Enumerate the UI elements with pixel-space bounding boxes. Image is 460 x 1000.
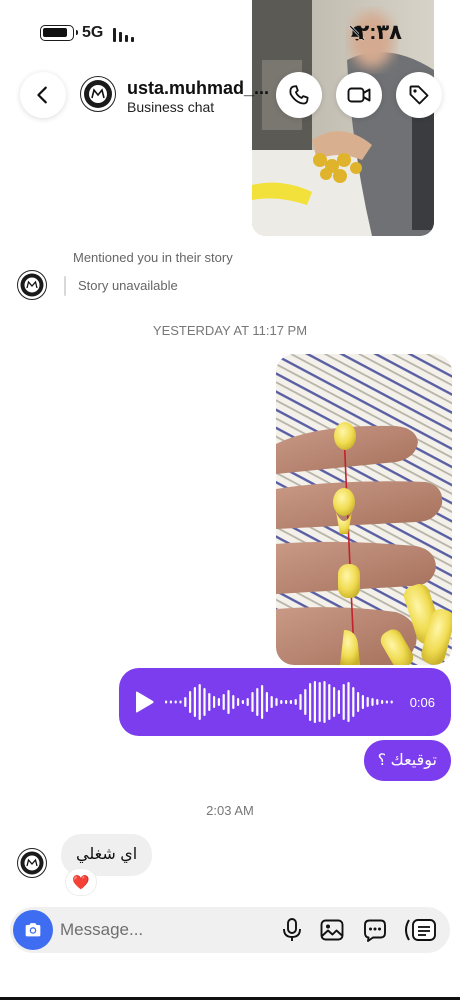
waveform-bar xyxy=(203,688,206,716)
waveform-bar xyxy=(179,700,182,704)
phone-icon xyxy=(289,85,309,105)
call-button[interactable] xyxy=(276,72,322,118)
waveform-bar xyxy=(198,684,201,720)
waveform-bar xyxy=(227,690,230,714)
waveform-bar xyxy=(208,693,211,711)
tag-button[interactable] xyxy=(396,72,442,118)
contact-subtitle: Business chat xyxy=(127,99,215,115)
gallery-icon[interactable] xyxy=(318,916,346,944)
waveform-bar xyxy=(313,681,316,723)
status-time: ٢:٣٨ xyxy=(356,21,402,44)
signal-icon xyxy=(113,28,134,42)
voice-message[interactable]: 0:06 xyxy=(119,668,451,736)
waveform-bar xyxy=(261,685,264,719)
network-label: 5G xyxy=(82,24,104,41)
waveform-bar xyxy=(333,687,336,717)
status-bar: 5G ٢:٣٨ xyxy=(0,0,460,62)
waveform-bar xyxy=(193,687,196,717)
waveform-bar xyxy=(256,688,259,716)
more-icon[interactable] xyxy=(401,916,441,944)
waveform-bar xyxy=(299,694,302,710)
camera-button[interactable] xyxy=(13,910,53,950)
story-mention-caption: Mentioned you in their story xyxy=(73,250,233,265)
timestamp: 2:03 AM xyxy=(206,803,254,818)
battery-icon xyxy=(40,25,78,41)
waveform-bar xyxy=(275,698,278,706)
waveform-bar xyxy=(328,684,331,720)
microphone-icon[interactable] xyxy=(278,916,306,944)
waveform-bar xyxy=(294,699,297,705)
waveform-bar xyxy=(361,695,364,709)
waveform-bar xyxy=(342,684,345,720)
tag-icon xyxy=(409,85,429,105)
voice-duration: 0:06 xyxy=(409,695,435,710)
back-button[interactable] xyxy=(20,72,66,118)
waveform-bar xyxy=(222,694,225,710)
waveform-bar xyxy=(285,700,288,704)
message-input[interactable] xyxy=(60,907,270,953)
waveform-bar xyxy=(337,690,340,714)
video-call-button[interactable] xyxy=(336,72,382,118)
waveform-bar xyxy=(347,682,350,722)
waveform-bar xyxy=(357,692,360,712)
video-icon xyxy=(347,87,371,103)
waveform-bar xyxy=(251,692,254,712)
play-icon[interactable] xyxy=(133,690,155,714)
waveform-bar xyxy=(270,696,273,708)
waveform-bar xyxy=(232,695,235,709)
photo-message[interactable] xyxy=(276,354,452,665)
waveform-bar xyxy=(189,691,192,713)
story-unavailable-label: Story unavailable xyxy=(78,278,178,293)
waveform-bar xyxy=(169,700,172,704)
message-composer xyxy=(10,907,450,953)
waveform-bar xyxy=(237,698,240,706)
story-reply-line xyxy=(64,276,66,296)
waveform-bar xyxy=(217,698,220,706)
waveform-bar xyxy=(184,697,187,707)
waveform-bar xyxy=(280,700,283,704)
waveform-bar xyxy=(323,681,326,723)
sticker-icon[interactable] xyxy=(361,916,389,944)
waveform-bar xyxy=(371,698,374,706)
waveform-bar xyxy=(352,687,355,717)
waveform-bar xyxy=(309,683,312,721)
avatar[interactable] xyxy=(17,848,47,878)
waveform-bar xyxy=(304,689,307,715)
waveform-bar xyxy=(376,699,379,705)
waveform-bar xyxy=(213,696,216,708)
waveform-bar xyxy=(318,682,321,722)
waveform-bar xyxy=(385,700,388,704)
contact-username[interactable]: usta.muhmad_... xyxy=(127,78,277,99)
waveform-bar xyxy=(165,700,168,704)
waveform-bar xyxy=(174,700,177,704)
heart-icon: ❤️ xyxy=(72,873,90,890)
voice-waveform[interactable] xyxy=(165,676,397,728)
heart-reaction[interactable]: ❤️ xyxy=(66,869,96,895)
avatar[interactable] xyxy=(17,270,47,300)
waveform-bar xyxy=(265,692,268,712)
camera-icon xyxy=(25,923,41,937)
waveform-bar xyxy=(366,697,369,707)
waveform-bar xyxy=(241,700,244,704)
waveform-bar xyxy=(246,698,249,706)
waveform-bar xyxy=(289,700,292,704)
avatar[interactable] xyxy=(80,76,116,112)
waveform-bar xyxy=(390,700,393,704)
timestamp: YESTERDAY AT 11:17 PM xyxy=(152,323,308,338)
outgoing-message[interactable]: توقيعك ؟ xyxy=(363,740,451,781)
back-icon xyxy=(37,86,47,104)
waveform-bar xyxy=(381,700,384,704)
